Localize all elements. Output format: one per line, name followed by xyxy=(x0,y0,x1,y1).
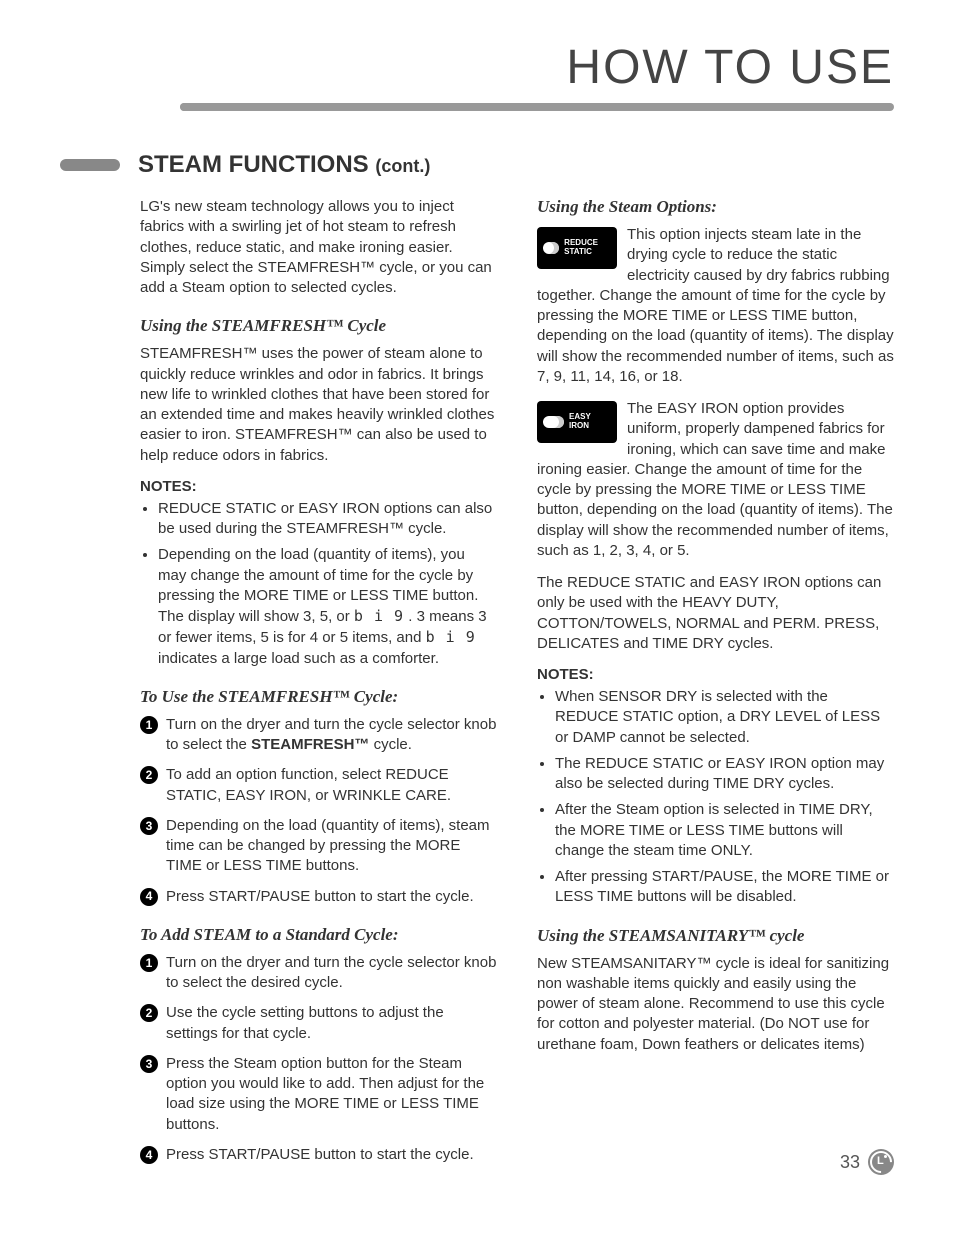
subhead-steam-options: Using the Steam Options: xyxy=(537,197,894,217)
easy-iron-block: EASY IRON The EASY IRON option provides … xyxy=(537,399,894,561)
note-item: The REDUCE STATIC or EASY IRON option ma… xyxy=(555,754,894,795)
step-text: Press START/PAUSE button to start the cy… xyxy=(166,1145,474,1165)
intro-text: LG's new steam technology allows you to … xyxy=(140,197,497,298)
section-title-row: STEAM FUNCTIONS (cont.) xyxy=(60,151,894,179)
subhead-use-steamfresh: To Use the STEAMFRESH™ Cycle: xyxy=(140,687,497,707)
lg-logo-icon: L xyxy=(868,1149,894,1175)
reduce-static-icon: REDUCE STATIC xyxy=(537,227,617,269)
content-columns: LG's new steam technology allows you to … xyxy=(140,197,894,1175)
page: HOW TO USE STEAM FUNCTIONS (cont.) LG's … xyxy=(0,0,954,1205)
right-column: Using the Steam Options: REDUCE STATIC T… xyxy=(537,197,894,1175)
page-number: 33 xyxy=(840,1152,860,1173)
section-title-cont: (cont.) xyxy=(375,156,430,176)
step-number-icon: 3 xyxy=(140,817,158,835)
note-item: After the Steam option is selected in TI… xyxy=(555,800,894,861)
options-restriction-text: The REDUCE STATIC and EASY IRON options … xyxy=(537,573,894,654)
notes-list: When SENSOR DRY is selected with the RED… xyxy=(537,687,894,908)
step-text: Turn on the dryer and turn the cycle sel… xyxy=(166,953,497,994)
icon-label: EASY IRON xyxy=(569,413,611,431)
note-item: After pressing START/PAUSE, the MORE TIM… xyxy=(555,867,894,908)
reduce-static-block: REDUCE STATIC This option injects steam … xyxy=(537,225,894,387)
step-text: Press START/PAUSE button to start the cy… xyxy=(166,887,474,907)
page-header-title: HOW TO USE xyxy=(60,40,894,95)
notes-label: NOTES: xyxy=(140,478,497,495)
header-rule xyxy=(180,103,894,111)
display-glyph: b i 9 xyxy=(426,628,476,646)
subhead-steamsanitary: Using the STEAMSANITARY™ cycle xyxy=(537,926,894,946)
step-number-icon: 4 xyxy=(140,888,158,906)
toggle-icon xyxy=(543,242,559,254)
section-title-text: STEAM FUNCTIONS xyxy=(138,151,369,178)
steamfresh-desc: STEAMFRESH™ uses the power of steam alon… xyxy=(140,344,497,466)
step-number-icon: 2 xyxy=(140,766,158,784)
step-text: To add an option function, select REDUCE… xyxy=(166,765,497,806)
step-item: 2 To add an option function, select REDUC… xyxy=(140,765,497,806)
step-number-icon: 1 xyxy=(140,954,158,972)
display-glyph: b i 9 xyxy=(354,607,404,625)
step-text: Press the Steam option button for the St… xyxy=(166,1054,497,1135)
note-item: When SENSOR DRY is selected with the RED… xyxy=(555,687,894,748)
easy-iron-icon: EASY IRON xyxy=(537,401,617,443)
note-item: REDUCE STATIC or EASY IRON options can a… xyxy=(158,499,497,540)
section-title: STEAM FUNCTIONS (cont.) xyxy=(138,151,430,179)
step-text: Use the cycle setting buttons to adjust … xyxy=(166,1003,497,1044)
note-text: indicates a large load such as a comfort… xyxy=(158,650,439,667)
left-column: LG's new steam technology allows you to … xyxy=(140,197,497,1175)
notes-label: NOTES: xyxy=(537,666,894,683)
step-item: 1 Turn on the dryer and turn the cycle se… xyxy=(140,715,497,756)
icon-label: REDUCE STATIC xyxy=(564,239,611,257)
page-footer: 33 L xyxy=(840,1149,894,1175)
step-text: Turn on the dryer and turn the cycle sel… xyxy=(166,715,497,756)
section-bullet xyxy=(60,159,120,171)
step-item: 2 Use the cycle setting buttons to adjust… xyxy=(140,1003,497,1044)
step-item: 4 Press START/PAUSE button to start the c… xyxy=(140,887,497,907)
subhead-add-steam: To Add STEAM to a Standard Cycle: xyxy=(140,925,497,945)
step-number-icon: 1 xyxy=(140,716,158,734)
note-item: Depending on the load (quantity of items… xyxy=(158,545,497,669)
subhead-steamfresh-cycle: Using the STEAMFRESH™ Cycle xyxy=(140,316,497,336)
step-item: 4 Press START/PAUSE button to start the c… xyxy=(140,1145,497,1165)
toggle-icon xyxy=(543,416,564,428)
notes-list: REDUCE STATIC or EASY IRON options can a… xyxy=(140,499,497,669)
step-number-icon: 2 xyxy=(140,1004,158,1022)
step-number-icon: 3 xyxy=(140,1055,158,1073)
step-text: Depending on the load (quantity of items… xyxy=(166,816,497,877)
step-number-icon: 4 xyxy=(140,1146,158,1164)
step-item: 1 Turn on the dryer and turn the cycle se… xyxy=(140,953,497,994)
steamsanitary-text: New STEAMSANITARY™ cycle is ideal for sa… xyxy=(537,954,894,1055)
step-item: 3 Press the Steam option button for the S… xyxy=(140,1054,497,1135)
step-item: 3 Depending on the load (quantity of item… xyxy=(140,816,497,877)
steps-list: 1 Turn on the dryer and turn the cycle se… xyxy=(140,953,497,1165)
steps-list: 1 Turn on the dryer and turn the cycle se… xyxy=(140,715,497,907)
